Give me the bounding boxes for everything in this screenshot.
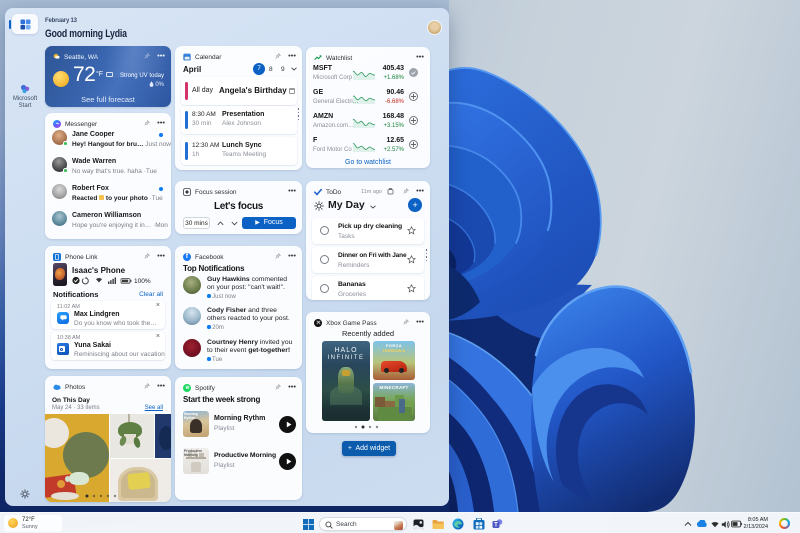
svg-text:100%: 100% xyxy=(134,278,151,285)
svg-text:T: T xyxy=(494,523,498,529)
